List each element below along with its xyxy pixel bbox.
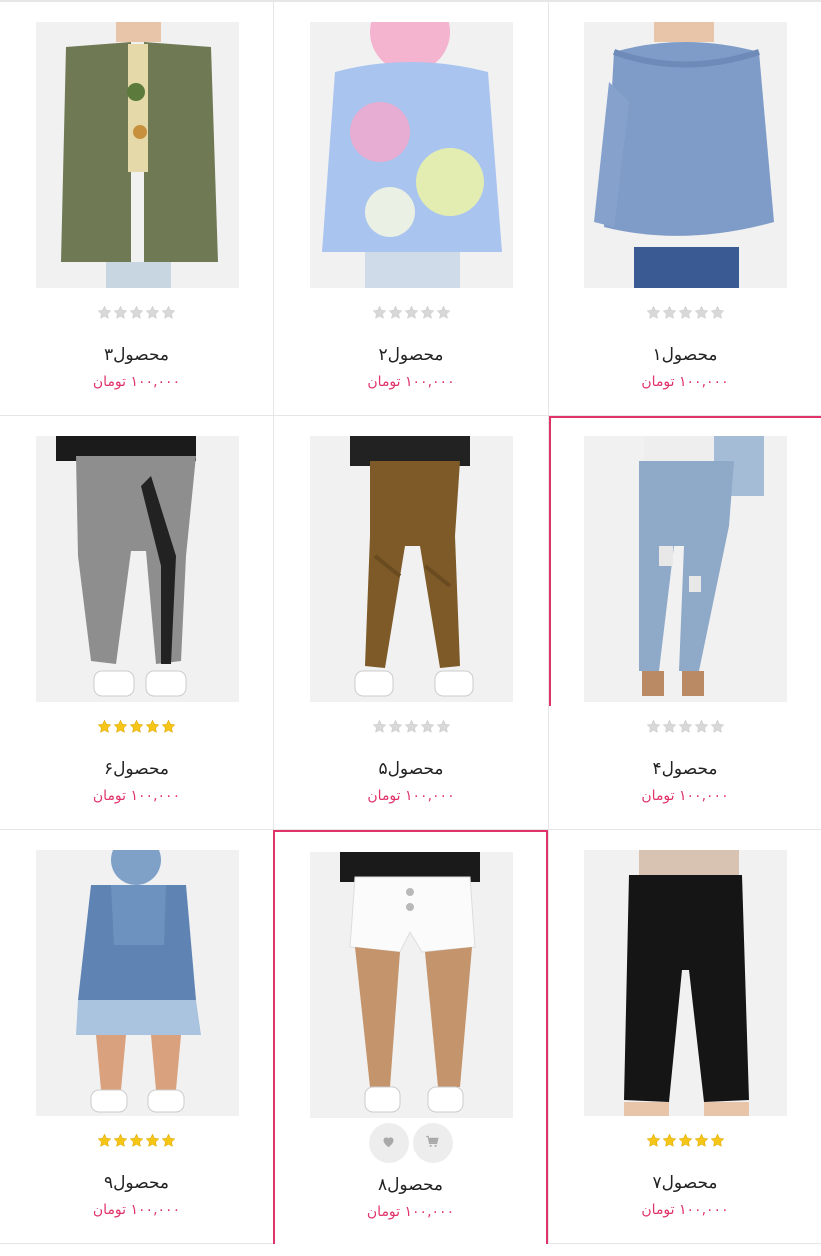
star-icon [694, 719, 709, 734]
product-image[interactable] [584, 22, 787, 288]
product-image[interactable] [35, 850, 239, 1116]
star-icon [694, 1133, 709, 1148]
heart-icon [381, 1134, 396, 1153]
star-icon [388, 305, 403, 320]
star-icon [161, 719, 176, 734]
rating-stars [549, 1133, 821, 1153]
star-icon [694, 305, 709, 320]
product-price: ۱۰۰,۰۰۰ تومان [641, 1202, 729, 1218]
product-card[interactable]: محصول۸ ۱۰۰,۰۰۰ تومان [273, 830, 548, 1244]
star-icon [420, 719, 435, 734]
product-title[interactable]: محصول۲ [274, 345, 548, 365]
star-icon [145, 305, 160, 320]
star-icon [388, 719, 403, 734]
star-icon [646, 1133, 661, 1148]
rating-stars [0, 305, 273, 325]
star-icon [113, 305, 128, 320]
star-icon [372, 305, 387, 320]
product-image[interactable] [309, 852, 513, 1118]
product-price: ۱۰۰,۰۰۰ تومان [92, 788, 181, 804]
product-image[interactable] [584, 436, 787, 702]
star-icon [97, 305, 112, 320]
product-image[interactable] [310, 436, 513, 702]
star-icon [662, 1133, 677, 1148]
star-icon [678, 719, 693, 734]
rating-stars [0, 1133, 273, 1153]
product-card[interactable]: محصول۴ ۱۰۰,۰۰۰ تومان [548, 416, 821, 830]
product-title[interactable]: محصول۵ [274, 759, 548, 779]
star-icon [113, 719, 128, 734]
product-image[interactable] [310, 22, 513, 288]
star-icon [678, 305, 693, 320]
star-icon [420, 305, 435, 320]
product-price: ۱۰۰,۰۰۰ تومان [367, 374, 455, 390]
rating-stars [549, 305, 821, 325]
product-card[interactable]: محصول۵ ۱۰۰,۰۰۰ تومان [273, 416, 548, 830]
star-icon [710, 719, 725, 734]
star-icon [710, 305, 725, 320]
star-icon [372, 719, 387, 734]
product-price: ۱۰۰,۰۰۰ تومان [641, 374, 729, 390]
star-icon [97, 719, 112, 734]
star-icon [161, 1133, 176, 1148]
product-title[interactable]: محصول۹ [0, 1173, 273, 1193]
cart-icon [425, 1134, 440, 1153]
product-actions [275, 1123, 546, 1163]
product-title[interactable]: محصول۳ [0, 345, 273, 365]
product-title[interactable]: محصول۷ [549, 1173, 821, 1193]
add-to-cart-button[interactable] [412, 1123, 453, 1163]
star-icon [710, 1133, 725, 1148]
star-icon [678, 1133, 693, 1148]
star-icon [129, 305, 144, 320]
rating-stars [549, 719, 821, 739]
product-card[interactable]: محصول۳ ۱۰۰,۰۰۰ تومان [0, 2, 273, 416]
product-image[interactable] [35, 22, 239, 288]
rating-stars [274, 719, 548, 739]
star-icon [662, 305, 677, 320]
star-icon [161, 305, 176, 320]
star-icon [404, 719, 419, 734]
product-card[interactable]: محصول۷ ۱۰۰,۰۰۰ تومان [548, 830, 821, 1244]
star-icon [129, 1133, 144, 1148]
product-title[interactable]: محصول۴ [549, 759, 821, 779]
product-price: ۱۰۰,۰۰۰ تومان [366, 1204, 455, 1220]
star-icon [97, 1133, 112, 1148]
star-icon [436, 719, 451, 734]
star-icon [646, 719, 661, 734]
star-icon [145, 1133, 160, 1148]
rating-stars [274, 305, 548, 325]
product-price: ۱۰۰,۰۰۰ تومان [367, 788, 455, 804]
star-icon [646, 305, 661, 320]
rating-stars [0, 719, 273, 739]
product-card[interactable]: محصول۶ ۱۰۰,۰۰۰ تومان [0, 416, 273, 830]
product-price: ۱۰۰,۰۰۰ تومان [92, 374, 181, 390]
product-card[interactable]: محصول۹ ۱۰۰,۰۰۰ تومان [0, 830, 273, 1244]
wishlist-button[interactable] [368, 1123, 409, 1163]
star-icon [436, 305, 451, 320]
product-image[interactable] [584, 850, 787, 1116]
product-title[interactable]: محصول۶ [0, 759, 273, 779]
star-icon [113, 1133, 128, 1148]
star-icon [129, 719, 144, 734]
product-title[interactable]: محصول۸ [275, 1175, 546, 1195]
star-icon [404, 305, 419, 320]
product-price: ۱۰۰,۰۰۰ تومان [641, 788, 729, 804]
product-card[interactable]: محصول۱ ۱۰۰,۰۰۰ تومان [548, 2, 821, 416]
product-price: ۱۰۰,۰۰۰ تومان [92, 1202, 181, 1218]
product-title[interactable]: محصول۱ [549, 345, 821, 365]
product-grid: محصول۱ ۱۰۰,۰۰۰ تومان محصول۲ ۱۰۰,۰۰۰ تومان مح… [0, 0, 821, 1256]
star-icon [145, 719, 160, 734]
product-card[interactable]: محصول۲ ۱۰۰,۰۰۰ تومان [273, 2, 548, 416]
star-icon [662, 719, 677, 734]
product-image[interactable] [35, 436, 239, 702]
